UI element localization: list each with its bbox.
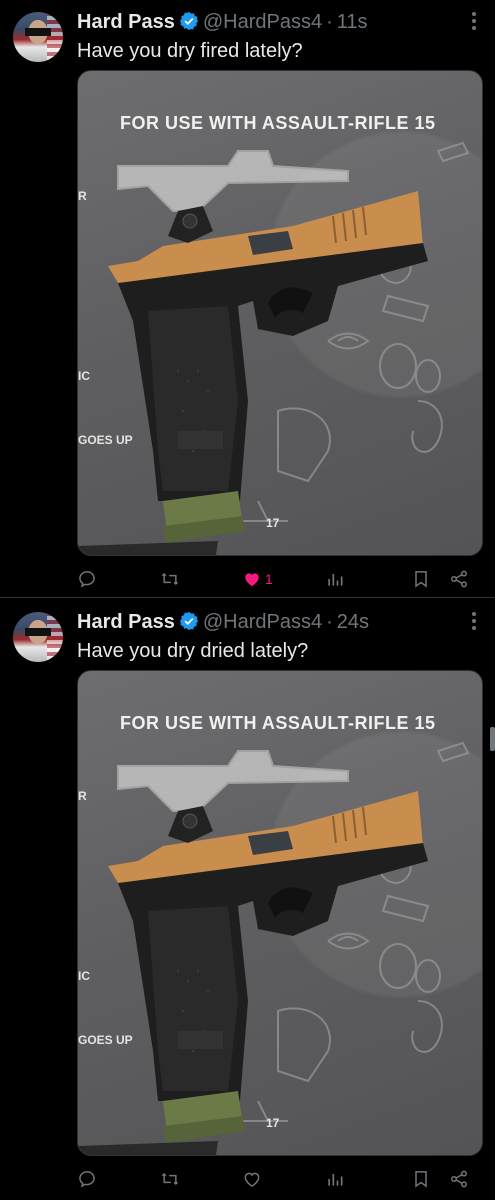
mat-label: R <box>78 189 87 203</box>
like-count: 1 <box>265 571 273 587</box>
censor-bar <box>25 28 51 36</box>
mat-label: R <box>78 789 87 803</box>
avatar[interactable] <box>13 612 63 662</box>
tweet-header: Hard Pass @HardPass4 · 24s <box>77 610 369 637</box>
views-icon[interactable] <box>325 567 345 591</box>
mat-label: 17 <box>266 516 280 530</box>
verified-badge-icon <box>179 611 199 637</box>
tweet-media-image[interactable]: FOR USE WITH ASSAULT-RIFLE 15 R IC GOES … <box>77 70 483 556</box>
author-name[interactable]: Hard Pass <box>77 11 175 33</box>
mat-banner-text: FOR USE WITH ASSAULT-RIFLE 15 <box>120 713 436 733</box>
tweet-media-image[interactable]: FOR USE WITH ASSAULT-RIFLE 15 R IC GOES … <box>77 670 483 1156</box>
author-handle[interactable]: @HardPass4 <box>203 11 322 33</box>
tweet[interactable]: Hard Pass @HardPass4 · 24s Have you dry dr… <box>0 600 495 1200</box>
censor-bar <box>25 628 51 636</box>
pistol-illustration <box>78 141 470 555</box>
heart-outline-icon <box>242 1169 262 1189</box>
tweet-text: Have you dry dried lately? <box>77 640 309 662</box>
mat-label: IC <box>78 969 90 983</box>
flag-stripes <box>47 612 63 662</box>
retweet-icon[interactable] <box>159 1167 181 1191</box>
like-button[interactable] <box>242 1167 262 1191</box>
bookmark-icon[interactable] <box>411 567 431 591</box>
flag-stripes <box>47 12 63 62</box>
tweet[interactable]: Hard Pass @HardPass4 · 11s Have you dry fi… <box>0 0 495 600</box>
separator-dot: · <box>326 11 333 33</box>
tweet-header: Hard Pass @HardPass4 · 11s <box>77 10 368 37</box>
separator-dot: · <box>326 611 333 633</box>
share-icon[interactable] <box>449 567 469 591</box>
heart-filled-icon <box>242 569 262 589</box>
like-button[interactable]: 1 <box>242 567 273 591</box>
timestamp[interactable]: 11s <box>337 11 368 33</box>
timestamp[interactable]: 24s <box>337 611 369 633</box>
views-icon[interactable] <box>325 1167 345 1191</box>
tweet-actions <box>77 1167 481 1191</box>
verified-badge-icon <box>179 11 199 37</box>
avatar[interactable] <box>13 12 63 62</box>
reply-icon[interactable] <box>77 1167 97 1191</box>
retweet-icon[interactable] <box>159 567 181 591</box>
tweet-divider <box>0 597 495 598</box>
tweet-text: Have you dry fired lately? <box>77 40 303 62</box>
reply-icon[interactable] <box>77 567 97 591</box>
share-icon[interactable] <box>449 1167 469 1191</box>
mat-banner-text: FOR USE WITH ASSAULT-RIFLE 15 <box>120 113 436 133</box>
mat-label: GOES UP <box>78 433 133 447</box>
pistol-illustration <box>78 741 470 1155</box>
bookmark-icon[interactable] <box>411 1167 431 1191</box>
mat-label: 17 <box>266 1116 280 1130</box>
tweet-actions: 1 <box>77 567 481 591</box>
more-options-icon[interactable] <box>471 610 477 632</box>
mat-label: IC <box>78 369 90 383</box>
scrollbar-thumb[interactable] <box>490 727 495 751</box>
more-options-icon[interactable] <box>471 10 477 32</box>
author-handle[interactable]: @HardPass4 <box>203 611 322 633</box>
mat-label: GOES UP <box>78 1033 133 1047</box>
author-name[interactable]: Hard Pass <box>77 611 175 633</box>
